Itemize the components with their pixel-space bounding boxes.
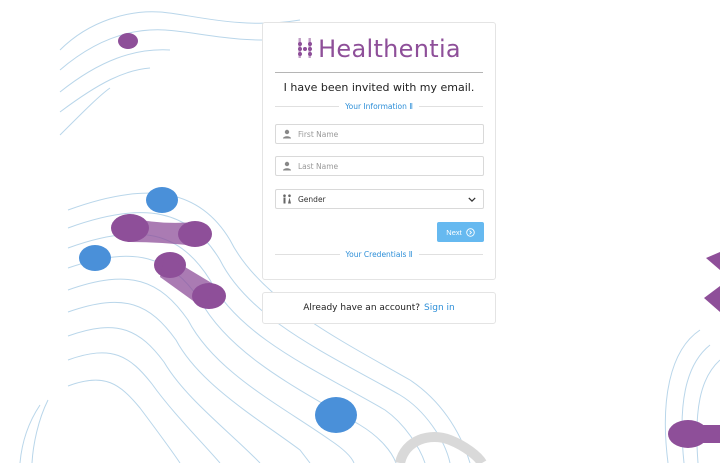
chevron-down-icon[interactable] (465, 194, 479, 204)
last-name-field[interactable] (275, 156, 484, 176)
logo-divider (275, 72, 483, 73)
gender-select[interactable]: Gender (275, 189, 484, 209)
gender-icon (282, 194, 292, 204)
next-button-label: Next (446, 227, 462, 237)
divider-line (275, 253, 340, 255)
user-icon (282, 161, 292, 171)
signin-card: Already have an account? Sign in (262, 292, 496, 324)
gender-selected-value: Gender (298, 194, 326, 204)
brand-name: Healthentia (318, 35, 461, 63)
next-button[interactable]: Next (437, 222, 484, 242)
section-label-credentials: Your Credentials Ⅱ (345, 249, 413, 259)
invite-text: I have been invited with my email. (283, 81, 475, 94)
brand-logo: Healthentia (263, 35, 495, 63)
signin-prompt: Already have an account? (303, 303, 421, 313)
user-icon (282, 129, 292, 139)
first-name-field[interactable] (275, 124, 484, 144)
section-label-information: Your Information Ⅱ (345, 101, 413, 111)
divider-line (418, 253, 484, 255)
logo-mark-icon (298, 38, 313, 58)
last-name-input[interactable] (298, 161, 483, 171)
signin-link[interactable]: Sign in (424, 303, 455, 313)
arrow-circle-right-icon (465, 227, 475, 237)
section-your-information[interactable]: Your Information Ⅱ (275, 100, 484, 112)
divider-line (275, 105, 340, 107)
section-your-credentials[interactable]: Your Credentials Ⅱ (275, 248, 484, 260)
first-name-input[interactable] (298, 129, 483, 139)
registration-card: Healthentia I have been invited with my … (262, 22, 496, 280)
divider-line (418, 105, 484, 107)
